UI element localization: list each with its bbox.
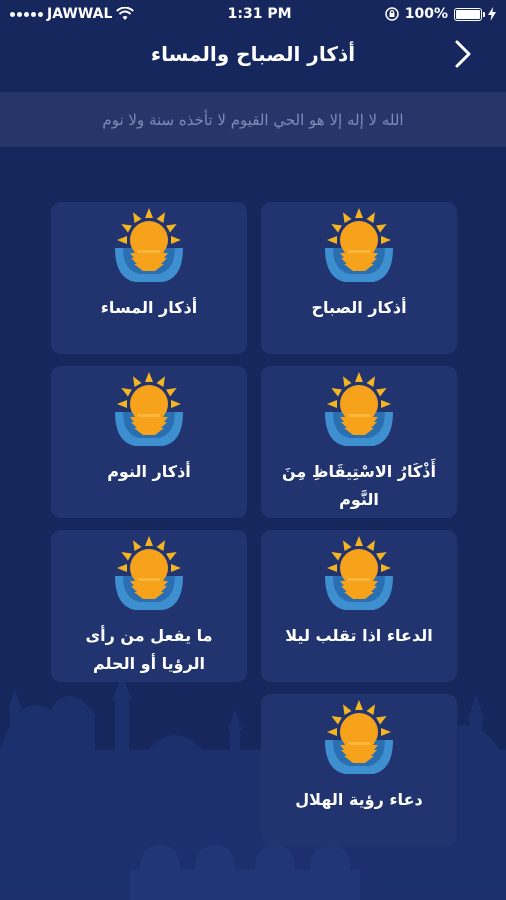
card-label: أَذْكَارُ الاسْتِيقَاظِ مِنَ النَّوم xyxy=(282,462,436,509)
verse-banner: الله لا إله إلا هو الحي القيوم لا تأخذه … xyxy=(0,92,506,147)
sunrise-icon xyxy=(317,206,401,290)
wifi-icon xyxy=(116,7,135,20)
status-bar: JAWWAL 1:31 PM 100% xyxy=(0,0,506,28)
card-night-turning-dua[interactable]: الدعاء اذا تقلب ليلا xyxy=(261,530,457,682)
card-dream-vision[interactable]: ما يفعل من رأى الرؤيا أو الحلم xyxy=(51,530,247,682)
clock: 1:31 PM xyxy=(227,6,292,22)
sunrise-icon xyxy=(317,698,401,782)
charging-bolt-icon xyxy=(488,7,496,21)
app-header: أذكار الصباح والمساء xyxy=(0,30,506,78)
card-crescent-sighting-dua[interactable]: دعاء رؤية الهلال xyxy=(261,694,457,846)
card-label: أذكار النوم xyxy=(107,462,191,481)
card-label: أذكار الصباح xyxy=(311,298,407,317)
card-morning-adhkar[interactable]: أذكار الصباح xyxy=(261,202,457,354)
battery-icon xyxy=(454,7,485,21)
card-label: أذكار المساء xyxy=(100,298,198,317)
card-label: دعاء رؤية الهلال xyxy=(295,790,423,809)
card-evening-adhkar[interactable]: أذكار المساء xyxy=(51,202,247,354)
back-button[interactable] xyxy=(448,36,478,72)
sunrise-icon xyxy=(107,206,191,290)
signal-strength-icon xyxy=(10,11,43,17)
battery-percent: 100% xyxy=(404,6,448,22)
sunrise-icon xyxy=(317,370,401,454)
card-waking-adhkar[interactable]: أَذْكَارُ الاسْتِيقَاظِ مِنَ النَّوم xyxy=(261,366,457,518)
card-sleep-adhkar[interactable]: أذكار النوم xyxy=(51,366,247,518)
page-title: أذكار الصباح والمساء xyxy=(150,42,356,66)
sunrise-icon xyxy=(107,534,191,618)
sunrise-icon xyxy=(317,534,401,618)
status-left: JAWWAL xyxy=(10,6,135,22)
status-right: 100% xyxy=(384,6,496,22)
chevron-right-icon xyxy=(455,40,471,68)
sunrise-icon xyxy=(107,370,191,454)
card-label: الدعاء اذا تقلب ليلا xyxy=(285,626,433,645)
card-label: ما يفعل من رأى الرؤيا أو الحلم xyxy=(85,626,213,673)
carrier-name: JAWWAL xyxy=(47,6,113,22)
orientation-lock-icon xyxy=(384,7,399,21)
verse-text: الله لا إله إلا هو الحي القيوم لا تأخذه … xyxy=(102,110,404,129)
